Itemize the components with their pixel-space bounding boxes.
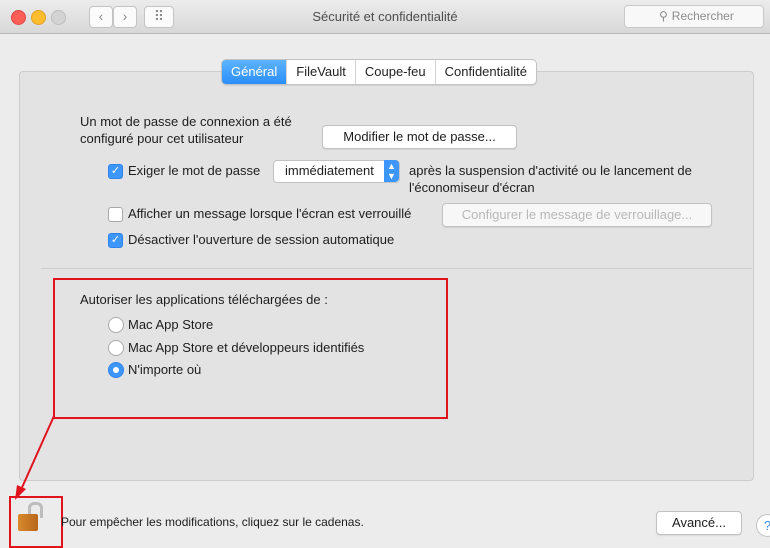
lock-icon[interactable] [18, 502, 43, 532]
annotation-arrow [15, 415, 55, 500]
lock-instruction-text: Pour empêcher les modifications, cliquez… [61, 515, 364, 529]
question-icon: ? [764, 518, 770, 533]
advanced-button[interactable]: Avancé... [656, 511, 742, 535]
